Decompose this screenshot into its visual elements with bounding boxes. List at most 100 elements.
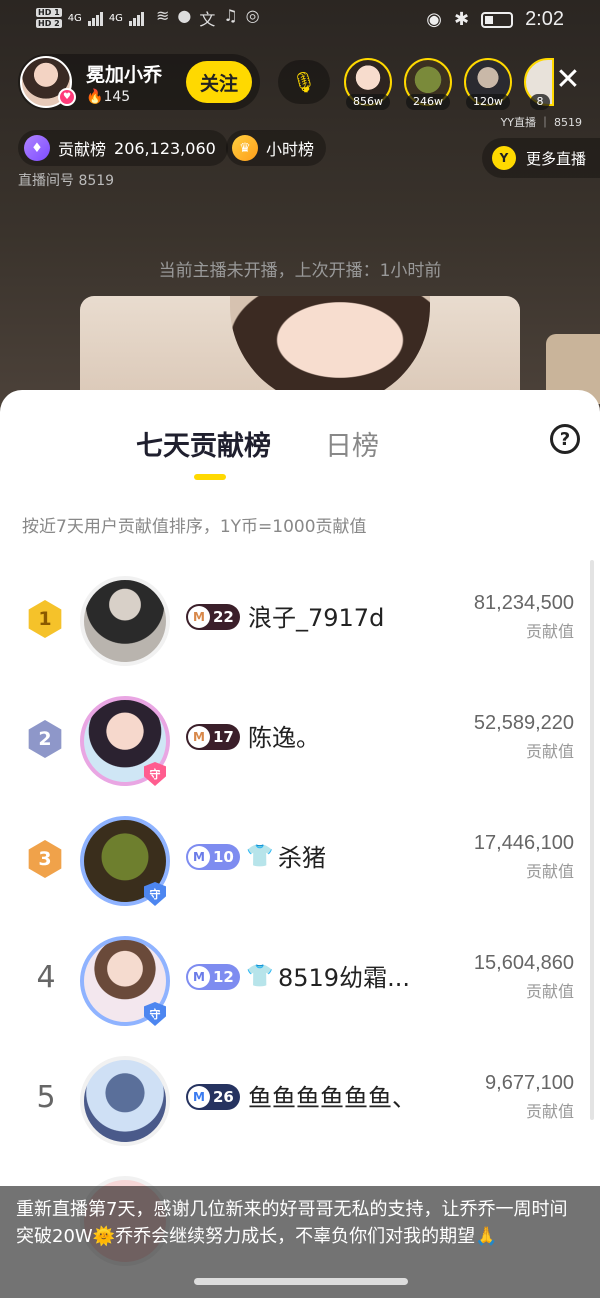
contribution-value-label: 贡献值 — [525, 862, 574, 881]
status-left: HD 1 HD 2 4G 4G ≋ ● 文 ♫ ◎ — [36, 6, 260, 30]
status-bar: HD 1 HD 2 4G 4G ≋ ● 文 ♫ ◎ ◉ ✱ 2:02 — [0, 0, 600, 40]
yy-logo-icon: Y — [491, 146, 516, 170]
battery-icon — [481, 11, 514, 28]
offline-tip: 当前主播未开播，上次开播：1小时前 — [158, 261, 442, 281]
wifi-icon: ≋ — [155, 6, 170, 25]
viewer-badge-1: 856w — [346, 94, 390, 110]
ranking-tabs: 七天贡献榜 日榜 — [136, 424, 379, 463]
music-icon: ♫ — [223, 6, 238, 25]
user-level: 10 — [213, 848, 234, 866]
network-type-2: 4G — [108, 12, 123, 24]
close-button[interactable]: ✕ — [552, 64, 584, 96]
contribution-value: 206,123,060 — [114, 138, 216, 158]
message-icon: ● — [177, 6, 192, 25]
viewer-badge-3: 120w — [466, 94, 510, 110]
user-name: 浪子_7917d — [248, 604, 385, 632]
compass-icon: ◎ — [245, 6, 260, 25]
contribution-label: 贡献榜 — [58, 140, 107, 159]
live-heart-icon: ♥ — [58, 88, 76, 106]
user-level-badge: M 17 — [186, 724, 240, 750]
user-name: 陈逸。 — [248, 724, 320, 752]
user-level: 22 — [213, 608, 234, 626]
user-level: 26 — [213, 1088, 234, 1106]
contribution-value: 52,589,220 — [473, 712, 574, 734]
contribution-panel: 七天贡献榜 日榜 ? 按近7天用户贡献值排序，1Y币=1000贡献值 1 M 22… — [0, 390, 600, 1298]
bluetooth-icon: ✱ — [453, 9, 470, 30]
eye-icon: ◉ — [426, 9, 442, 30]
help-icon[interactable]: ? — [550, 424, 580, 454]
anchor-info: 冕加小乔 🔥145 — [86, 60, 162, 105]
ranking-row[interactable]: 5 M 26 鱼鱼鱼鱼鱼鱼、 9,677,100 贡献值 — [0, 1050, 600, 1170]
user-avatar[interactable] — [80, 1056, 170, 1146]
user-level-badge: M 12 — [186, 964, 240, 990]
level-m-icon: M — [188, 726, 210, 748]
contribution-value: 81,234,500 — [473, 592, 574, 614]
hd-indicators: HD 1 HD 2 — [36, 8, 62, 28]
hourly-rank-button[interactable]: ♛ 小时榜 — [226, 130, 327, 166]
network-type-1: 4G — [67, 12, 82, 24]
room-id: 直播间号 8519 — [18, 173, 115, 189]
ranking-row[interactable]: 4 守 M 12 👕 8519幼霜... 15,604,860 贡献值 — [0, 930, 600, 1050]
ranking-row[interactable]: 1 M 22 浪子_7917d 81,234,500 贡献值 — [0, 570, 600, 690]
user-level-badge: M 22 — [186, 604, 240, 630]
user-level: 12 — [213, 968, 234, 986]
silver-medal-icon: 2 — [28, 720, 62, 758]
level-m-icon: M — [188, 1086, 210, 1108]
user-level-badge: M 10 — [186, 844, 240, 870]
anchor-name: 冕加小乔 — [86, 63, 163, 86]
user-level-badge: M 26 — [186, 1084, 240, 1110]
viewer-badge-2: 246w — [406, 94, 450, 110]
tab-seven-day[interactable]: 七天贡献榜 — [136, 424, 271, 463]
contribution-value-label: 贡献值 — [525, 982, 574, 1001]
bronze-medal-icon: 3 — [28, 840, 62, 878]
anchor-fans: 🔥145 — [86, 89, 162, 105]
translate-icon: 文 — [199, 10, 216, 29]
active-tab-indicator — [194, 474, 226, 480]
contribution-value-label: 贡献值 — [525, 742, 574, 761]
hd2-icon: HD 2 — [36, 19, 62, 28]
diamond-icon: ♦ — [24, 135, 50, 161]
contribution-value: 9,677,100 — [485, 1072, 574, 1094]
contribution-rank-button[interactable]: ♦ 贡献榜 206,123,060 — [18, 130, 228, 166]
status-right: ◉ ✱ 2:02 — [426, 8, 564, 31]
mic-link-button[interactable]: 🎙 — [278, 60, 330, 104]
hd1-icon: HD 1 — [36, 8, 62, 17]
tshirt-icon: 👕 — [246, 964, 274, 989]
guard-shield-icon: 守 — [144, 1002, 166, 1026]
user-name: 杀猪 — [278, 844, 326, 872]
viewer-badge-4: 8 — [530, 94, 550, 110]
clock: 2:02 — [525, 8, 564, 30]
more-live-button[interactable]: Y 更多直播 — [481, 138, 600, 178]
crown-icon: ♛ — [232, 135, 258, 161]
ranking-description: 按近7天用户贡献值排序，1Y币=1000贡献值 — [22, 517, 367, 537]
flame-icon: 🔥 — [86, 88, 104, 105]
user-avatar[interactable] — [80, 576, 170, 666]
home-indicator[interactable] — [194, 1278, 408, 1285]
follow-button[interactable]: 关注 — [186, 61, 252, 103]
tab-daily[interactable]: 日榜 — [325, 424, 379, 463]
level-m-icon: M — [188, 966, 210, 988]
ranking-row[interactable]: 3 守 M 10 👕 杀猪 17,446,100 贡献值 — [0, 810, 600, 930]
mic-icon: 🎙 — [291, 70, 317, 94]
level-m-icon: M — [188, 846, 210, 868]
user-name: 8519幼霜... — [278, 964, 410, 992]
guard-shield-icon: 守 — [144, 882, 166, 906]
contribution-value-label: 贡献值 — [525, 1102, 574, 1121]
guard-shield-icon: 守 — [144, 762, 166, 786]
user-level: 17 — [213, 728, 234, 746]
level-m-icon: M — [188, 606, 210, 628]
signal-icon — [87, 10, 103, 26]
more-live-label: 更多直播 — [525, 149, 586, 168]
yy-channel-label: YY直播 ｜ 8519 — [500, 116, 582, 129]
ranking-row[interactable]: 2 守 M 17 陈逸。 52,589,220 贡献值 — [0, 690, 600, 810]
fans-count: 145 — [103, 88, 131, 105]
contribution-value: 15,604,860 — [473, 952, 574, 974]
hourly-label: 小时榜 — [266, 140, 315, 159]
rank-number: 4 — [36, 960, 56, 995]
notification-icons: ≋ ● 文 ♫ ◎ — [156, 6, 260, 30]
rank-number: 5 — [36, 1080, 56, 1115]
contribution-value-label: 贡献值 — [525, 622, 574, 641]
contribution-value: 17,446,100 — [473, 832, 574, 854]
gold-medal-icon: 1 — [28, 600, 62, 638]
signal-icon-2 — [128, 10, 144, 26]
